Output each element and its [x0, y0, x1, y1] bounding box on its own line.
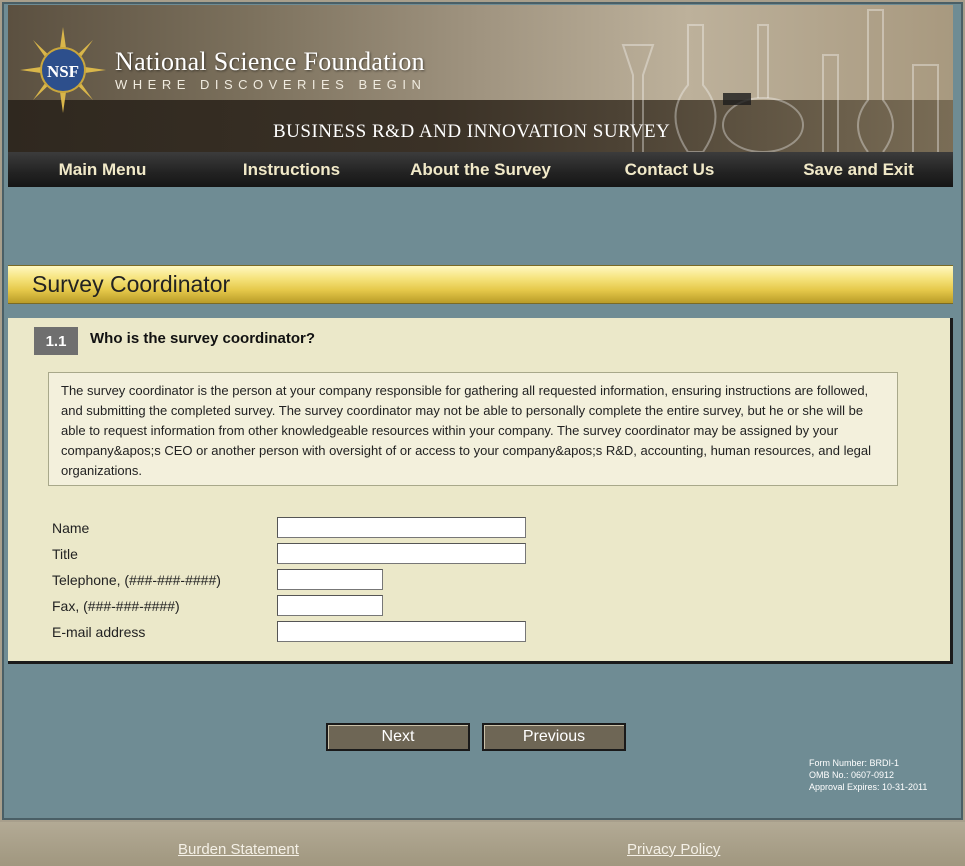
fax-input[interactable] [277, 595, 383, 616]
section-header: Survey Coordinator [8, 265, 953, 304]
question-panel: 1.1 Who is the survey coordinator? The s… [8, 318, 953, 664]
next-button[interactable]: Next [326, 723, 470, 751]
privacy-policy-link[interactable]: Privacy Policy [627, 841, 720, 858]
form-number: Form Number: BRDI-1 [809, 758, 900, 768]
approval-expires: Approval Expires: 10-31-2011 [809, 782, 928, 792]
nav-about-survey[interactable]: About the Survey [386, 160, 575, 180]
org-tagline: WHERE DISCOVERIES BEGIN [115, 77, 427, 92]
site-footer: Burden Statement Privacy Policy [0, 822, 965, 866]
email-input[interactable] [277, 621, 526, 642]
nav-main-menu[interactable]: Main Menu [8, 160, 197, 180]
title-label: Title [52, 546, 78, 562]
section-title: Survey Coordinator [32, 271, 231, 297]
nsf-logo-icon: NSF [20, 27, 106, 113]
nav-contact-us[interactable]: Contact Us [575, 160, 764, 180]
site-header: NSF National Science Foundation WHERE DI… [8, 5, 953, 152]
previous-button[interactable]: Previous [482, 723, 626, 751]
question-info-box: The survey coordinator is the person at … [48, 372, 898, 486]
org-name: National Science Foundation [115, 47, 425, 76]
email-label: E-mail address [52, 624, 146, 640]
question-text: Who is the survey coordinator? [90, 330, 316, 347]
telephone-input[interactable] [277, 569, 383, 590]
nav-save-exit[interactable]: Save and Exit [764, 160, 953, 180]
question-number: 1.1 [34, 327, 78, 355]
name-input[interactable] [277, 517, 526, 538]
telephone-label: Telephone, (###-###-####) [52, 572, 221, 588]
fax-label: Fax, (###-###-####) [52, 598, 180, 614]
omb-number: OMB No.: 0607-0912 [809, 770, 895, 780]
form-metadata: Form Number: BRDI-1 OMB No.: 0607-0912 A… [809, 757, 927, 793]
nav-instructions[interactable]: Instructions [197, 160, 386, 180]
survey-title: BUSINESS R&D AND INNOVATION SURVEY [273, 121, 671, 142]
nsf-logo-text: NSF [47, 62, 79, 81]
main-nav: Main Menu Instructions About the Survey … [8, 152, 953, 187]
title-input[interactable] [277, 543, 526, 564]
burden-statement-link[interactable]: Burden Statement [178, 841, 299, 858]
name-label: Name [52, 520, 90, 536]
